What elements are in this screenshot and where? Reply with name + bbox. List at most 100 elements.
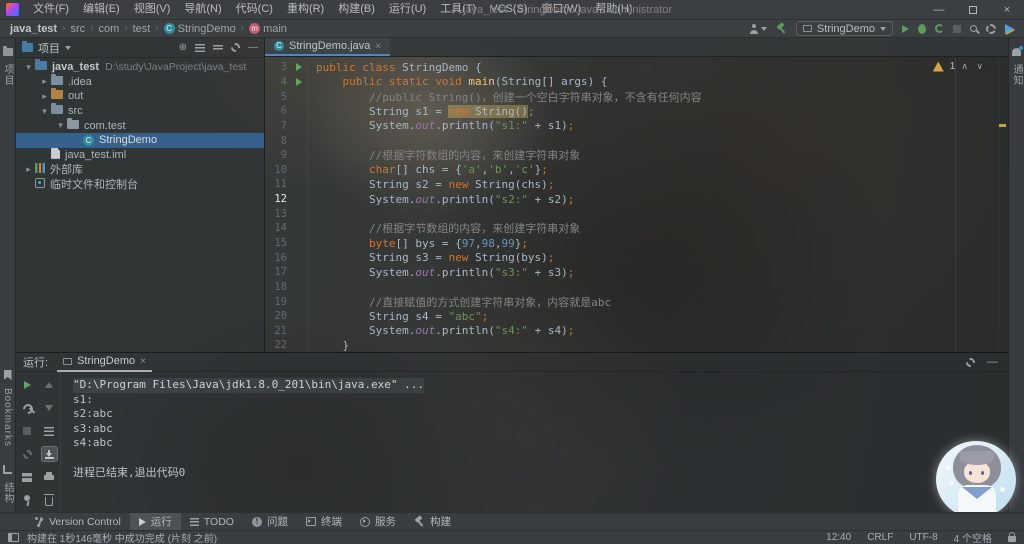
tree-item-.idea[interactable]: ▸ .idea xyxy=(16,73,264,90)
caret-position[interactable]: 12:40 xyxy=(826,532,851,543)
breadcrumb-item[interactable]: C StringDemo xyxy=(163,23,236,35)
tree-item----[interactable]: ▸ 外部库 xyxy=(16,162,264,177)
code-line[interactable]: 10 char[] chs = {'a','b','c'}; xyxy=(265,162,1008,178)
panel-settings-button[interactable] xyxy=(231,43,240,52)
close-tab-icon[interactable]: × xyxy=(140,356,146,367)
inspection-widget[interactable]: 1 ∧ ∨ xyxy=(932,61,986,72)
menu-item[interactable]: 重构(R) xyxy=(280,0,331,19)
close-tab-icon[interactable]: × xyxy=(375,41,381,52)
indent-setting[interactable]: 4 个空格 xyxy=(954,530,992,544)
code-line[interactable]: 3 public class StringDemo { xyxy=(265,60,1008,75)
prev-occurrence-button[interactable] xyxy=(41,377,58,393)
code-line[interactable]: 9 //根据字符数组的内容，来创建字符串对象 xyxy=(265,147,1008,163)
clear-console-button[interactable] xyxy=(41,492,58,508)
tool-stripe-project[interactable]: 项目 xyxy=(0,42,15,86)
tree-item-java_test[interactable]: ▾ java_test D:\study\JavaProject\java_test xyxy=(16,59,264,75)
toolwindow-todo[interactable]: TODO xyxy=(181,513,243,530)
search-button[interactable] xyxy=(970,25,977,32)
run-line-icon[interactable] xyxy=(296,77,302,86)
code-line[interactable]: 18 xyxy=(265,279,1008,295)
breadcrumb-item[interactable]: m main xyxy=(249,23,287,35)
locate-button[interactable]: ⊕ xyxy=(179,42,187,53)
toolwindow-问题[interactable]: ! 问题 xyxy=(243,513,297,530)
close-button[interactable]: × xyxy=(990,0,1024,19)
toolwindow-服务[interactable]: 服务 xyxy=(351,513,405,530)
breadcrumb-item[interactable]: java_test xyxy=(10,23,57,35)
prev-next-warning-arrows[interactable]: ∧ ∨ xyxy=(961,61,986,72)
menu-item[interactable]: 导航(N) xyxy=(177,0,228,19)
expand-all-button[interactable] xyxy=(195,43,205,52)
scrollbar-warning-mark[interactable] xyxy=(999,124,1006,127)
tool-stripe-notifications[interactable]: 通知 xyxy=(1009,40,1024,86)
line-ending[interactable]: CRLF xyxy=(867,532,893,543)
code-line[interactable]: 8 xyxy=(265,133,1008,148)
code-line[interactable]: 16 String s3 = new String(bys); xyxy=(265,250,1008,265)
tree-arrow-icon[interactable]: ▾ xyxy=(22,62,35,73)
code-line[interactable]: 19 //直接赋值的方式创建字符串对象，内容就是abc xyxy=(265,294,1008,309)
breadcrumb-item[interactable]: com xyxy=(98,23,119,35)
layout-settings-button[interactable] xyxy=(19,469,36,485)
soft-wrap-button[interactable] xyxy=(41,423,58,439)
tree-arrow-icon[interactable]: ▸ xyxy=(38,76,51,87)
chevron-down-icon[interactable] xyxy=(65,45,71,50)
profile-button[interactable] xyxy=(749,23,767,34)
hide-panel-button[interactable]: — xyxy=(248,42,258,53)
code-line[interactable]: 21 System.out.println("s4:" + s4); xyxy=(265,323,1008,339)
tree-item-com.test[interactable]: ▾ com.test xyxy=(16,117,264,133)
tool-stripe-structure[interactable]: 结构 xyxy=(0,457,15,504)
code-line[interactable]: 14 //根据字节数组的内容，来创建字符串对象 xyxy=(265,221,1008,236)
menu-item[interactable]: 视图(V) xyxy=(127,0,178,19)
editor-tab[interactable]: C StringDemo.java × xyxy=(265,38,391,56)
lock-icon[interactable] xyxy=(1008,532,1016,542)
tree-item---------[interactable]: 临时文件和控制台 xyxy=(16,177,264,192)
run-config-select[interactable]: StringDemo xyxy=(795,21,893,36)
code-line[interactable]: 20 String s4 = "abc"; xyxy=(265,308,1008,324)
maximize-button[interactable] xyxy=(956,0,990,19)
code-line[interactable]: 5 //public String()，创建一个空白字符串对象，不含有任何内容 xyxy=(265,89,1008,104)
tree-item-src[interactable]: ▾ src xyxy=(16,103,264,119)
edit-configuration-button[interactable] xyxy=(19,400,36,416)
file-encoding[interactable]: UTF-8 xyxy=(909,532,937,543)
code-line[interactable]: 22 } xyxy=(265,338,1008,352)
user-avatar[interactable] xyxy=(936,441,1016,512)
coverage-button[interactable] xyxy=(935,24,944,33)
tool-stripe-bookmarks[interactable]: Bookmarks xyxy=(2,369,13,447)
code-line[interactable]: 15 byte[] bys = {97,98,99}; xyxy=(265,235,1008,251)
run-button[interactable] xyxy=(902,24,909,33)
code-lines[interactable]: 3 public class StringDemo {4 public stati… xyxy=(265,57,1008,352)
menu-item[interactable]: 代码(C) xyxy=(229,0,280,19)
debug-button[interactable] xyxy=(918,23,926,34)
code-line[interactable]: 11 String s2 = new String(chs); xyxy=(265,177,1008,192)
editor-scrollbar[interactable] xyxy=(998,57,1008,352)
tree-arrow-icon[interactable]: ▾ xyxy=(38,106,51,117)
tree-arrow-icon[interactable]: ▾ xyxy=(54,120,67,131)
code-line[interactable]: 17 System.out.println("s3:" + s3); xyxy=(265,264,1008,280)
code-line[interactable]: 4 public static void main(String[] args)… xyxy=(265,74,1008,90)
toolwindow-version-control[interactable]: Version Control xyxy=(26,513,130,530)
stop-button[interactable] xyxy=(953,24,961,33)
tree-arrow-icon[interactable]: ▸ xyxy=(38,91,51,102)
code-line[interactable]: 6 String s1 = new String(); xyxy=(265,103,1008,119)
scroll-to-end-button[interactable] xyxy=(40,446,58,462)
tree-item-StringDemo[interactable]: C StringDemo xyxy=(16,132,264,148)
minimize-button[interactable]: — xyxy=(922,0,956,19)
toolwindow-构建[interactable]: 构建 xyxy=(405,513,460,530)
print-button[interactable] xyxy=(41,469,58,485)
rerun-button[interactable] xyxy=(19,377,36,393)
hide-run-panel-button[interactable]: — xyxy=(987,356,998,368)
tree-arrow-icon[interactable]: ▸ xyxy=(22,164,35,175)
toolwindow-终端[interactable]: 终端 xyxy=(297,513,351,530)
menu-item[interactable]: 构建(B) xyxy=(331,0,382,19)
code-line[interactable]: 13 xyxy=(265,206,1008,222)
breadcrumb-item[interactable]: src xyxy=(70,23,85,35)
menu-item[interactable]: 运行(U) xyxy=(382,0,433,19)
code-line[interactable]: 7 System.out.println("s1:" + s1); xyxy=(265,118,1008,134)
code-line[interactable]: 12 System.out.println("s2:" + s2); xyxy=(265,191,1008,207)
tree-item-java_test.iml[interactable]: java_test.iml xyxy=(16,147,264,163)
pin-tab-button[interactable] xyxy=(19,492,36,508)
next-occurrence-button[interactable] xyxy=(41,400,58,416)
tool-window-toggle-icon[interactable] xyxy=(8,533,19,542)
tree-item-out[interactable]: ▸ out xyxy=(16,88,264,104)
collapse-all-button[interactable] xyxy=(213,44,223,51)
toolwindow-运行[interactable]: 运行 xyxy=(129,513,181,530)
